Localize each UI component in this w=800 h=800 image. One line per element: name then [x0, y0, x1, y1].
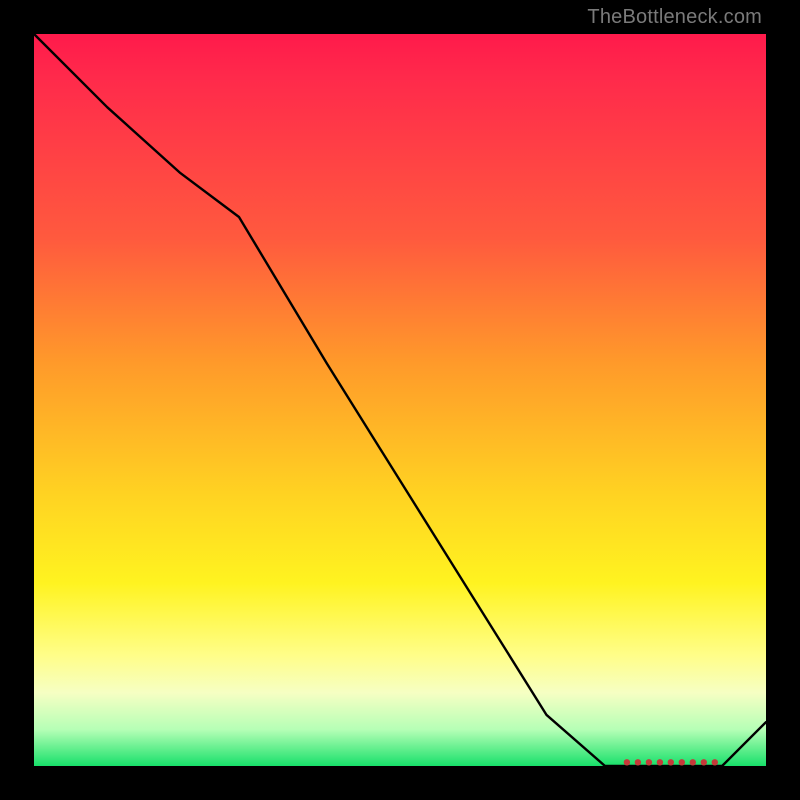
valley-marker [657, 759, 663, 765]
watermark-text: TheBottleneck.com [587, 6, 762, 29]
valley-marker [690, 759, 696, 765]
valley-marker [668, 759, 674, 765]
chart-frame: TheBottleneck.com [0, 0, 800, 800]
plot-area [34, 34, 766, 766]
valley-marker [624, 759, 630, 765]
valley-marker [646, 759, 652, 765]
bottleneck-curve [34, 34, 766, 766]
valley-marker [712, 759, 718, 765]
valley-marker [679, 759, 685, 765]
valley-marker [701, 759, 707, 765]
valley-marker [635, 759, 641, 765]
